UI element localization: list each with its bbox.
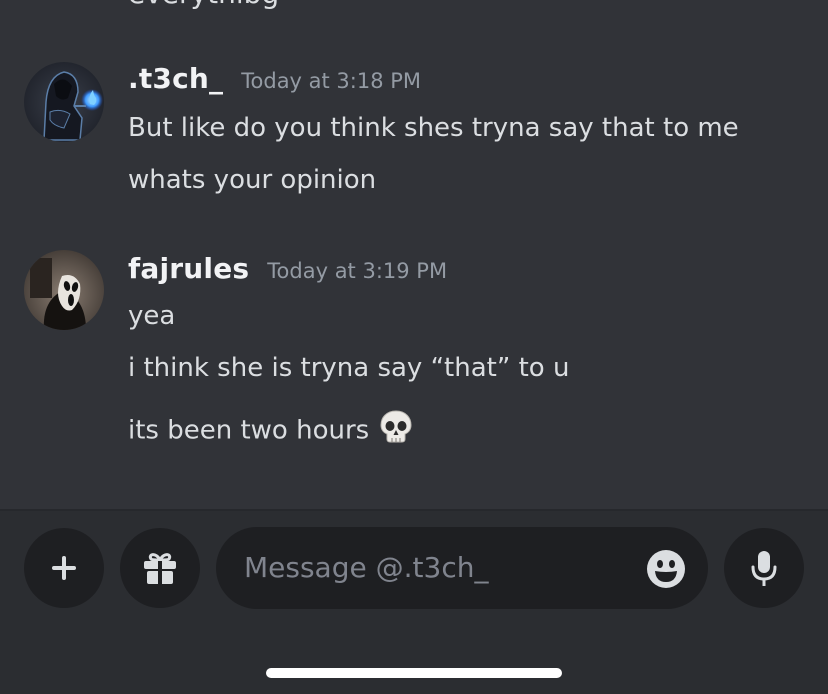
- gift-icon: [144, 553, 176, 584]
- avatar[interactable]: [24, 250, 104, 330]
- message-line: yea: [128, 301, 176, 331]
- microphone-icon: [751, 551, 777, 586]
- voice-message-button[interactable]: [724, 528, 804, 608]
- emoji-button[interactable]: [646, 549, 686, 589]
- username[interactable]: fajrules: [128, 252, 249, 285]
- message-header: fajrules Today at 3:19 PM: [128, 252, 447, 285]
- message-input[interactable]: Message @.t3ch_: [216, 527, 708, 609]
- message-text: its been two hours: [128, 415, 370, 446]
- username[interactable]: .t3ch_: [128, 62, 223, 95]
- home-indicator: [266, 668, 562, 678]
- timestamp: Today at 3:19 PM: [267, 259, 448, 283]
- skull-emoji-icon: [377, 408, 415, 454]
- message-line-with-emoji: its been two hours: [128, 408, 415, 454]
- avatar[interactable]: [24, 62, 104, 142]
- message-input-placeholder: Message @.t3ch_: [244, 551, 489, 584]
- plus-icon: [52, 556, 76, 580]
- message-line: whats your opinion: [128, 165, 377, 195]
- message-line: But like do you think shes tryna say tha…: [128, 113, 739, 143]
- timestamp: Today at 3:18 PM: [241, 69, 422, 93]
- previous-message-fragment: everythibg: [128, 0, 279, 8]
- gift-button[interactable]: [120, 528, 200, 608]
- ghostface-mask-avatar-icon: [24, 250, 104, 330]
- hooded-figure-avatar-icon: [24, 62, 104, 142]
- smiley-icon: [647, 550, 685, 588]
- add-attachment-button[interactable]: [24, 528, 104, 608]
- message-header: .t3ch_ Today at 3:18 PM: [128, 62, 421, 95]
- message-line: i think she is tryna say “that” to u: [128, 353, 570, 383]
- chat-screen: everythibg: [0, 0, 828, 694]
